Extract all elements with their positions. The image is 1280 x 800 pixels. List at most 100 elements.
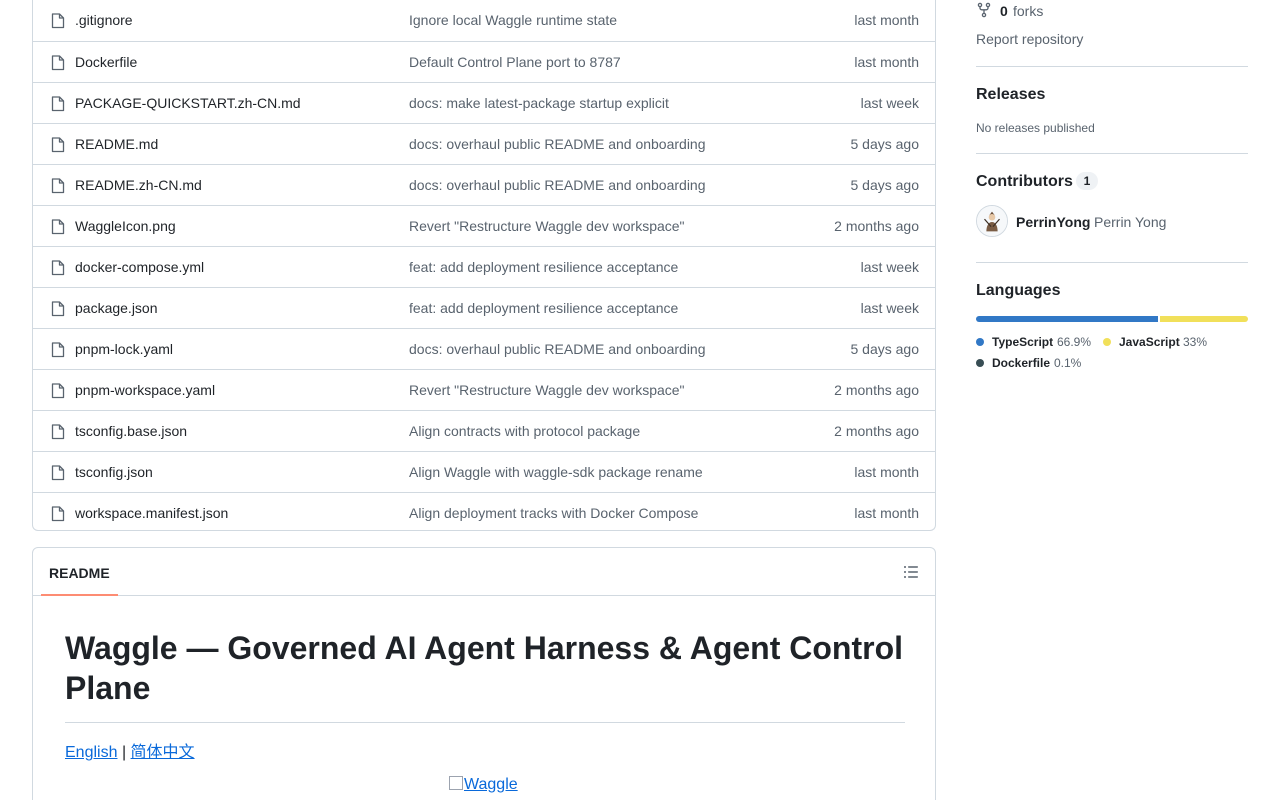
file-icon (51, 465, 65, 481)
commit-time: 2 months ago (834, 423, 919, 439)
commit-message-link[interactable]: Default Control Plane port to 8787 (409, 54, 621, 70)
file-row[interactable]: README.zh-CN.md docs: overhaul public RE… (33, 164, 935, 205)
commit-time: 5 days ago (850, 136, 920, 152)
releases-empty-note: No releases published (976, 121, 1095, 135)
commit-message-link[interactable]: docs: overhaul public README and onboard… (409, 177, 706, 193)
lang-separator: | (121, 744, 127, 761)
contributors-counter: 1 (1076, 172, 1098, 190)
commit-message-link[interactable]: Align deployment tracks with Docker Comp… (409, 505, 698, 521)
file-row[interactable]: PACKAGE-QUICKSTART.zh-CN.md docs: make l… (33, 82, 935, 123)
commit-time: last week (860, 259, 919, 275)
file-icon (51, 219, 65, 235)
file-icon (51, 301, 65, 317)
file-row[interactable]: tsconfig.base.json Align contracts with … (33, 410, 935, 451)
divider (976, 66, 1248, 67)
file-name-link[interactable]: workspace.manifest.json (75, 505, 228, 521)
commit-message-link[interactable]: docs: make latest-package startup explic… (409, 95, 669, 111)
file-row[interactable]: pnpm-lock.yaml docs: overhaul public REA… (33, 328, 935, 369)
file-name-link[interactable]: tsconfig.base.json (75, 423, 187, 439)
language-bar-segment (1159, 316, 1248, 322)
file-row[interactable]: Dockerfile Default Control Plane port to… (33, 41, 935, 82)
readme-title: Waggle — Governed AI Agent Harness & Age… (65, 628, 905, 723)
language-name: TypeScript (992, 335, 1054, 349)
file-row[interactable]: .gitignore Ignore local Waggle runtime s… (33, 0, 935, 41)
divider (976, 153, 1248, 154)
readme-panel: README Waggle — Governed AI Agent Harnes… (32, 547, 936, 800)
file-name-link[interactable]: .gitignore (75, 12, 133, 28)
language-switcher: English | 简体中文 (65, 738, 195, 762)
file-list: .gitignore Ignore local Waggle runtime s… (32, 0, 936, 531)
releases-heading[interactable]: Releases (976, 86, 1045, 104)
commit-time: 2 months ago (834, 218, 919, 234)
file-name-link[interactable]: docker-compose.yml (75, 259, 204, 275)
file-row[interactable]: docker-compose.yml feat: add deployment … (33, 246, 935, 287)
forks-label: forks (1013, 3, 1044, 19)
file-icon (51, 424, 65, 440)
commit-time: last month (854, 505, 919, 521)
repo-sidebar: 0 forks Report repository Releases No re… (976, 0, 1248, 800)
commit-message-link[interactable]: Ignore local Waggle runtime state (409, 12, 617, 28)
commit-time: last month (854, 12, 919, 28)
file-row[interactable]: README.md docs: overhaul public README a… (33, 123, 935, 164)
language-dot (1103, 338, 1111, 346)
divider (976, 262, 1248, 263)
contributor-login-link[interactable]: PerrinYong (1016, 214, 1090, 230)
file-icon (51, 96, 65, 112)
language-percent: 0.1% (1054, 356, 1082, 370)
commit-time: last month (854, 464, 919, 480)
commit-message-link[interactable]: Revert "Restructure Waggle dev workspace… (409, 218, 685, 234)
file-name-link[interactable]: tsconfig.json (75, 464, 153, 480)
languages-heading: Languages (976, 282, 1061, 299)
file-row[interactable]: workspace.manifest.json Align deployment… (33, 492, 935, 533)
file-name-link[interactable]: README.md (75, 136, 158, 152)
file-icon (51, 55, 65, 71)
avatar[interactable] (976, 205, 1008, 237)
file-row[interactable]: pnpm-workspace.yaml Revert "Restructure … (33, 369, 935, 410)
language-dot (976, 338, 984, 346)
language-bar-segment (976, 316, 1158, 322)
commit-message-link[interactable]: Align contracts with protocol package (409, 423, 640, 439)
avatar-illustration-icon (977, 206, 1007, 236)
file-icon (51, 506, 65, 522)
broken-image-icon (449, 776, 463, 790)
commit-message-link[interactable]: Revert "Restructure Waggle dev workspace… (409, 382, 685, 398)
language-name: Dockerfile (992, 356, 1051, 370)
file-name-link[interactable]: Dockerfile (75, 54, 137, 70)
file-icon (51, 383, 65, 399)
file-name-link[interactable]: package.json (75, 300, 158, 316)
commit-message-link[interactable]: docs: overhaul public README and onboard… (409, 341, 706, 357)
file-icon (51, 260, 65, 276)
file-name-link[interactable]: WaggleIcon.png (75, 218, 176, 234)
waggle-logo-image[interactable]: Waggle (449, 776, 518, 794)
report-repository-link[interactable]: Report repository (976, 31, 1083, 47)
commit-time: last month (854, 54, 919, 70)
tab-readme[interactable]: README (41, 548, 118, 596)
commit-time: last week (860, 300, 919, 316)
chinese-link[interactable]: 简体中文 (131, 744, 195, 761)
file-row[interactable]: tsconfig.json Align Waggle with waggle-s… (33, 451, 935, 492)
file-name-link[interactable]: PACKAGE-QUICKSTART.zh-CN.md (75, 95, 301, 111)
commit-message-link[interactable]: Align Waggle with waggle-sdk package ren… (409, 464, 703, 480)
list-unordered-icon[interactable] (903, 564, 919, 580)
commit-message-link[interactable]: feat: add deployment resilience acceptan… (409, 259, 678, 275)
file-name-link[interactable]: pnpm-workspace.yaml (75, 382, 215, 398)
file-name-link[interactable]: README.zh-CN.md (75, 177, 202, 193)
file-icon (51, 342, 65, 358)
file-row[interactable]: WaggleIcon.png Revert "Restructure Waggl… (33, 205, 935, 246)
commit-time: 5 days ago (850, 341, 920, 357)
repo-forked-icon (977, 2, 991, 18)
english-link[interactable]: English (65, 744, 117, 761)
image-alt-text: Waggle (464, 776, 518, 793)
commit-message-link[interactable]: feat: add deployment resilience acceptan… (409, 300, 678, 316)
language-bar (976, 316, 1248, 322)
file-name-link[interactable]: pnpm-lock.yaml (75, 341, 173, 357)
contributor-full-name: Perrin Yong (1094, 214, 1167, 230)
file-icon (51, 13, 65, 29)
commit-message-link[interactable]: docs: overhaul public README and onboard… (409, 136, 706, 152)
commit-time: 5 days ago (850, 177, 920, 193)
readme-header: README (33, 548, 935, 596)
commit-time: 2 months ago (834, 382, 919, 398)
contributors-heading[interactable]: Contributors (976, 173, 1073, 191)
language-name: JavaScript (1119, 335, 1180, 349)
file-row[interactable]: package.json feat: add deployment resili… (33, 287, 935, 328)
